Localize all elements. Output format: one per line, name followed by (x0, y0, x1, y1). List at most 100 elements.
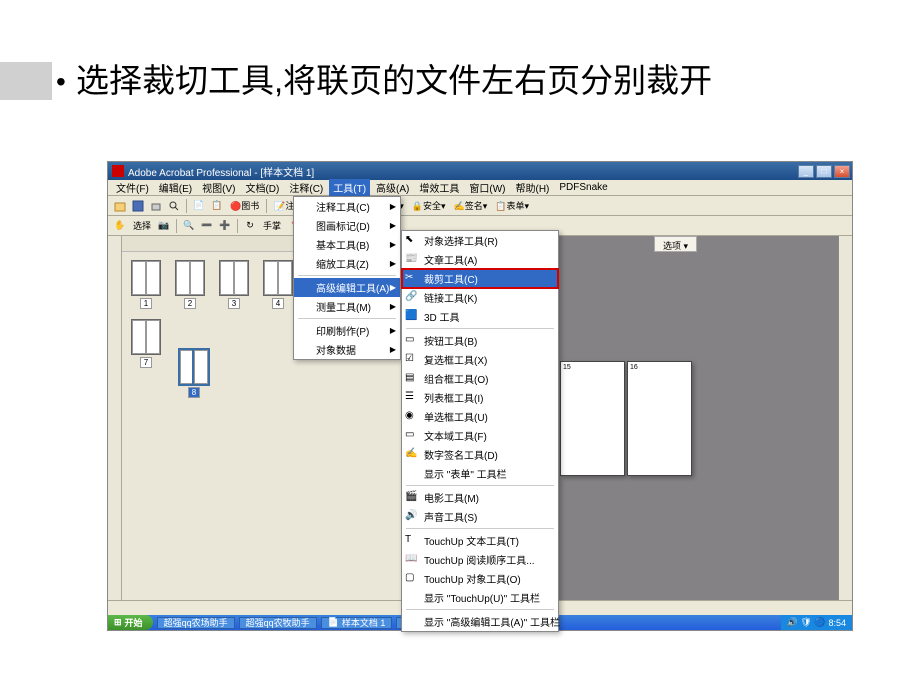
article-icon: 📰 (405, 253, 419, 267)
thumb-8[interactable]: 8 (174, 349, 214, 398)
tb-snapshot-icon[interactable]: 📷 (156, 218, 172, 234)
menu-zoom-tools[interactable]: 缩放工具(Z)▶ (294, 254, 400, 273)
submenu-textfield[interactable]: ▭文本域工具(F) (402, 426, 558, 445)
arrow-icon: ⬉ (405, 234, 419, 248)
menubar: 文件(F) 编辑(E) 视图(V) 文档(D) 注释(C) 工具(T) 高级(A… (108, 180, 852, 196)
tray-icons[interactable]: 🔊 🛡 🔵 (787, 617, 826, 628)
submenu-sound[interactable]: 🔊声音工具(S) (402, 507, 558, 526)
menu-help[interactable]: 帮助(H) (511, 179, 553, 196)
submenu-combo[interactable]: ▤组合框工具(O) (402, 369, 558, 388)
thumb-1[interactable]: 1 (126, 260, 166, 309)
menu-comment-tools[interactable]: 注释工具(C)▶ (294, 197, 400, 216)
thumb-7[interactable]: 7 (126, 319, 166, 398)
task-item-1[interactable]: 超强qq农场助手 (157, 617, 235, 629)
submenu-signature[interactable]: ✍数字签名工具(D) (402, 445, 558, 464)
close-button[interactable]: × (834, 165, 850, 178)
submenu-checkbox[interactable]: ☑复选框工具(X) (402, 350, 558, 369)
acrobat-window: Adobe Acrobat Professional - [样本文档 1] _ … (107, 161, 853, 631)
submenu-show-touchup[interactable]: 显示 "TouchUp(U)" 工具栏 (402, 588, 558, 607)
tb-btn6[interactable]: 📋 (209, 198, 225, 214)
tb-anquan[interactable]: 🔒安全▾ (409, 199, 449, 212)
submenu-touchup-object[interactable]: ▢TouchUp 对象工具(O) (402, 569, 558, 588)
submenu-touchup-text[interactable]: TTouchUp 文本工具(T) (402, 531, 558, 550)
menu-document[interactable]: 文档(D) (241, 179, 283, 196)
thumb-3[interactable]: 3 (214, 260, 254, 309)
tb-shouzhang[interactable]: 手掌 (260, 219, 284, 232)
system-tray[interactable]: 🔊 🛡 🔵 8:54 (781, 615, 852, 630)
submenu-button[interactable]: ▭按钮工具(B) (402, 331, 558, 350)
textfield-icon: ▭ (405, 429, 419, 443)
minimize-button[interactable]: _ (798, 165, 814, 178)
signature-icon: ✍ (405, 448, 419, 462)
tb-zoomin-icon[interactable]: ➕ (217, 218, 233, 234)
tb-rotate-icon[interactable]: ↻ (242, 218, 258, 234)
sound-icon: 🔊 (405, 510, 419, 524)
menu-object-data[interactable]: 对象数据▶ (294, 340, 400, 359)
doc-page-15: 15 (560, 361, 625, 476)
movie-icon: 🎬 (405, 491, 419, 505)
thumb-2[interactable]: 2 (170, 260, 210, 309)
submenu-article[interactable]: 📰文章工具(A) (402, 250, 558, 269)
menu-plugins[interactable]: 增效工具 (415, 179, 463, 196)
task-item-3[interactable]: 📄样本文档 1 (321, 617, 393, 629)
tools-dropdown: 注释工具(C)▶ 图画标记(D)▶ 基本工具(B)▶ 缩放工具(Z)▶ 高级编辑… (293, 196, 401, 360)
task-item-2[interactable]: 超强qq农牧助手 (239, 617, 317, 629)
tb-qianming[interactable]: ✍签名▾ (451, 199, 491, 212)
menu-tools[interactable]: 工具(T) (329, 179, 370, 196)
tb-hand-icon[interactable]: ✋ (112, 218, 128, 234)
submenu-link[interactable]: 🔗链接工具(K) (402, 288, 558, 307)
slide-accent-block (0, 62, 52, 100)
list-icon: ☰ (405, 391, 419, 405)
thumb-4[interactable]: 4 (258, 260, 298, 309)
button-icon: ▭ (405, 334, 419, 348)
slide-bullet-text: • 选择裁切工具,将联页的文件左右页分别裁开 (76, 56, 876, 106)
tb-print-icon[interactable] (148, 198, 164, 214)
tb-zoomout-icon[interactable]: ➖ (199, 218, 215, 234)
window-title: Adobe Acrobat Professional - [样本文档 1] (128, 164, 798, 179)
right-sidebar[interactable] (838, 236, 852, 600)
submenu-movie[interactable]: 🎬电影工具(M) (402, 488, 558, 507)
toolbar-main: 📄 📋 🔴图书 📝注释和标记▾ 📧发送供审阅▾ 🔒安全▾ ✍签名▾ 📋表单▾ (108, 196, 852, 216)
menu-edit[interactable]: 编辑(E) (155, 179, 196, 196)
bullet-marker: • (56, 61, 66, 103)
checkbox-icon: ☑ (405, 353, 419, 367)
left-sidebar[interactable] (108, 236, 122, 616)
submenu-touchup-reading[interactable]: 📖TouchUp 阅读顺序工具... (402, 550, 558, 569)
tb-select[interactable]: 选择 (130, 219, 154, 232)
menu-file[interactable]: 文件(F) (112, 179, 153, 196)
menu-advanced[interactable]: 高级(A) (372, 179, 413, 196)
start-button[interactable]: ⊞ 开始 (108, 615, 153, 630)
menu-print-production[interactable]: 印刷制作(P)▶ (294, 321, 400, 340)
tb-biaodan[interactable]: 📋表单▾ (492, 199, 532, 212)
touchup-text-icon: T (405, 534, 419, 548)
submenu-3d[interactable]: 🟦3D 工具 (402, 307, 558, 326)
titlebar: Adobe Acrobat Professional - [样本文档 1] _ … (108, 162, 852, 180)
slide-text: 选择裁切工具,将联页的文件左右页分别裁开 (76, 62, 712, 99)
submenu-crop[interactable]: ✂裁剪工具(C) (402, 269, 558, 288)
menu-window[interactable]: 窗口(W) (465, 179, 509, 196)
cube-icon: 🟦 (405, 310, 419, 324)
menu-measure-tools[interactable]: 测量工具(M)▶ (294, 297, 400, 316)
tb-search-icon[interactable] (166, 198, 182, 214)
tb-save-icon[interactable] (130, 198, 146, 214)
submenu-show-forms[interactable]: 显示 "表单" 工具栏 (402, 464, 558, 483)
submenu-show-advanced[interactable]: 显示 "高级编辑工具(A)" 工具栏 (402, 612, 558, 631)
submenu-radio[interactable]: ◉单选框工具(U) (402, 407, 558, 426)
submenu-object-select[interactable]: ⬉对象选择工具(R) (402, 231, 558, 250)
menu-basic-tools[interactable]: 基本工具(B)▶ (294, 235, 400, 254)
doc-page-16: 16 (627, 361, 692, 476)
options-dropdown[interactable]: 选项 ▾ (654, 236, 697, 252)
menu-comments[interactable]: 注释(C) (285, 179, 327, 196)
submenu-listbox[interactable]: ☰列表框工具(I) (402, 388, 558, 407)
link-icon: 🔗 (405, 291, 419, 305)
touchup-object-icon: ▢ (405, 572, 419, 586)
menu-pdfsnake[interactable]: PDFSnake (555, 181, 611, 194)
tb-btn5[interactable]: 📄 (191, 198, 207, 214)
tb-zoom-icon[interactable]: 🔍 (181, 218, 197, 234)
tb-tushu[interactable]: 🔴图书 (227, 199, 262, 212)
menu-view[interactable]: 视图(V) (198, 179, 239, 196)
menu-advanced-editing[interactable]: 高级编辑工具(A)▶ (294, 278, 400, 297)
menu-drawing-markup[interactable]: 图画标记(D)▶ (294, 216, 400, 235)
maximize-button[interactable]: □ (816, 165, 832, 178)
tb-open-icon[interactable] (112, 198, 128, 214)
